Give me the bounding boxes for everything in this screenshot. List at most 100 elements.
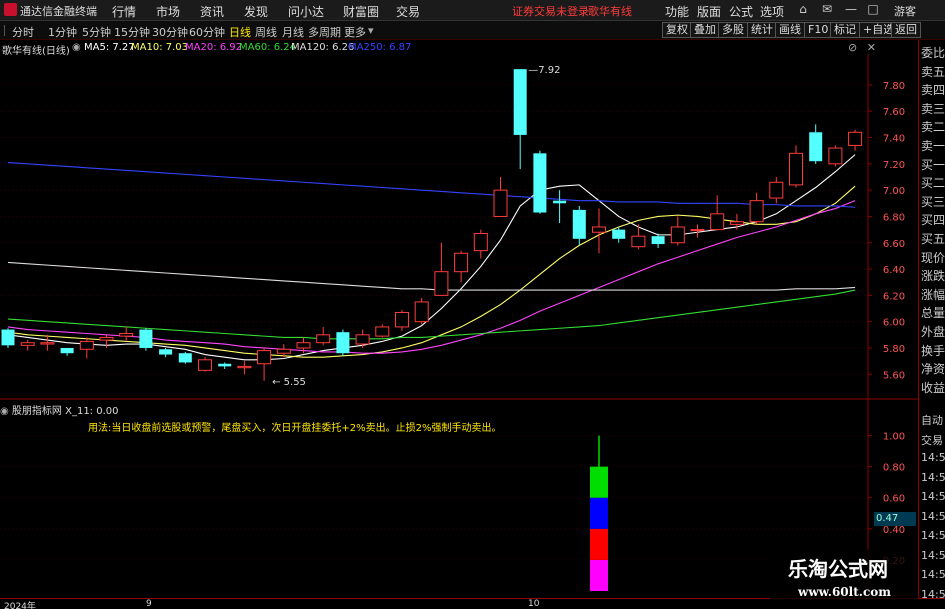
quote-label: 卖一 <box>921 139 945 153</box>
menu-discover[interactable]: 发现 <box>244 3 268 20</box>
multi-stock-button[interactable]: 多股 <box>718 22 748 38</box>
time-label: 自动 <box>921 414 943 427</box>
y-tick-label: 0.40 <box>883 525 905 536</box>
y-tick-label: 6.80 <box>883 212 905 223</box>
candle-body <box>99 336 114 341</box>
date-label-year: 2024年 <box>4 602 36 609</box>
user-guest[interactable]: 游客 <box>894 3 916 19</box>
indicator-toggle-icon[interactable]: ◉ <box>0 406 9 417</box>
y-tick-label: 1.00 <box>883 432 905 443</box>
ma120-line <box>7 261 856 291</box>
shirt-icon[interactable]: ⌂ <box>796 2 810 16</box>
y-tick-label: 7.00 <box>883 186 905 197</box>
settings-icon[interactable]: ⊘ <box>848 41 857 54</box>
quote-label: 卖三 <box>921 101 945 116</box>
period-toolbar: 分时 1分钟 5分钟 15分钟 30分钟 60分钟 日线 周线 月线 多周期 更… <box>0 21 945 40</box>
indicator-segment <box>590 466 608 498</box>
y-tick-label: 7.80 <box>883 81 905 92</box>
candle-body <box>119 333 134 337</box>
watermark: 乐淘公式网 www.60lt.com <box>770 549 918 605</box>
menu-layout[interactable]: 版面 <box>697 3 721 20</box>
period-15min[interactable]: 15分钟 <box>114 24 150 40</box>
time-label: 14:56 <box>921 470 945 484</box>
minimize-icon[interactable]: — <box>844 2 858 16</box>
more-arrow-icon[interactable]: ▾ <box>368 24 374 37</box>
quote-label: 总量 <box>921 306 945 321</box>
indicator-axis: 1.000.800.600.400.20 <box>868 432 905 567</box>
back-button[interactable]: 返回 <box>891 22 921 38</box>
date-label-sep: 9 <box>146 599 152 609</box>
period-more[interactable]: 更多 <box>344 24 366 40</box>
period-tick[interactable]: 分时 <box>12 24 34 40</box>
candle-body <box>454 252 469 273</box>
menu-functions[interactable]: 功能 <box>665 3 689 20</box>
draw-line-button[interactable]: 画线 <box>775 22 805 38</box>
candle-body <box>178 353 192 363</box>
indicator-segment <box>590 559 608 591</box>
menu-options[interactable]: 选项 <box>760 3 784 20</box>
period-30min[interactable]: 30分钟 <box>152 24 188 40</box>
candle-body <box>710 213 725 231</box>
y-tick-label: 7.60 <box>883 107 905 118</box>
period-weekly[interactable]: 周线 <box>255 24 277 40</box>
maximize-icon[interactable]: □ <box>866 2 880 16</box>
mark-button[interactable]: 标记 <box>830 22 860 38</box>
period-multi[interactable]: 多周期 <box>308 24 341 40</box>
ma5-label: MA5: 7.27 <box>84 42 135 53</box>
menu-quotes[interactable]: 行情 <box>112 3 136 20</box>
price-annotation: —7.92 <box>528 65 560 76</box>
candle-body <box>79 340 94 350</box>
statistics-button[interactable]: 统计 <box>747 22 777 38</box>
candle-body <box>631 235 646 248</box>
quote-label: 卖四 <box>921 83 945 98</box>
overlay-button[interactable]: 叠加 <box>690 22 720 38</box>
candle-body <box>572 209 586 239</box>
ma-lines <box>7 154 856 361</box>
indicator-header: ◉ 股朋指标网 X_11: 0.00 <box>0 402 119 417</box>
menu-news[interactable]: 资讯 <box>200 3 224 20</box>
ma250-line <box>7 161 856 208</box>
message-icon[interactable]: ✉ <box>820 2 834 16</box>
quote-label: 委比 <box>921 46 945 60</box>
indicator-name: 股朋指标网 <box>11 406 62 417</box>
menu-trade[interactable]: 交易 <box>396 3 420 20</box>
ma20-line <box>7 200 856 354</box>
period-monthly[interactable]: 月线 <box>282 24 304 40</box>
f10-button[interactable]: F10 <box>804 22 833 38</box>
time-panel-labels: 自动交易14:5614:5614:5614:5614:5614:5614:561… <box>918 400 945 601</box>
menu-formula[interactable]: 公式 <box>729 3 753 20</box>
candle-body <box>749 200 764 223</box>
quote-label: 买五 <box>921 232 945 246</box>
menu-market[interactable]: 市场 <box>156 3 180 20</box>
menu-wealth-circle[interactable]: 财富圈 <box>343 3 379 20</box>
candle-body <box>276 348 291 354</box>
candle-body <box>729 221 744 225</box>
candle-body <box>690 229 705 232</box>
ma60-label: MA60: 6.24 <box>239 42 297 53</box>
period-5min[interactable]: 5分钟 <box>82 24 111 40</box>
period-60min[interactable]: 60分钟 <box>189 24 225 40</box>
period-1min[interactable]: 1分钟 <box>48 24 77 40</box>
y-tick-label: 6.00 <box>883 318 905 329</box>
crosshair-value: 0.47 <box>874 512 916 526</box>
adjust-button[interactable]: 复权 <box>662 22 692 38</box>
candle-body <box>40 342 55 345</box>
time-label: 14:56 <box>921 548 945 562</box>
quote-label: 涨跌 <box>921 269 945 284</box>
indicator-segment <box>590 528 608 560</box>
candle-body <box>670 226 685 244</box>
candle-body <box>434 271 449 296</box>
price-annotation: ← 5.55 <box>272 377 306 388</box>
candle-body <box>612 229 626 239</box>
quote-label: 涨幅 <box>921 287 945 302</box>
menu-ask-xiaoda[interactable]: 问小达 <box>288 3 324 20</box>
candle-body <box>375 326 390 337</box>
chart-close-icon[interactable]: ✕ <box>867 41 876 54</box>
watermark-url: www.60lt.com <box>798 585 891 599</box>
legend-toggle-icon[interactable]: ◉ <box>72 42 81 53</box>
trade-login-status[interactable]: 证券交易未登录 <box>512 3 589 19</box>
period-daily[interactable]: 日线 <box>229 24 251 40</box>
ma5-line <box>7 154 856 361</box>
indicator-usage-note: 用法:当日收盘前选股或预警，尾盘买入，次日开盘挂委托+2%卖出。止损2%强制手动… <box>88 423 502 434</box>
main-kline-chart[interactable]: —7.92 ← 5.55 5.60 5.80 6.00 6.20 6.40 6.60 6.80… <box>0 54 918 400</box>
